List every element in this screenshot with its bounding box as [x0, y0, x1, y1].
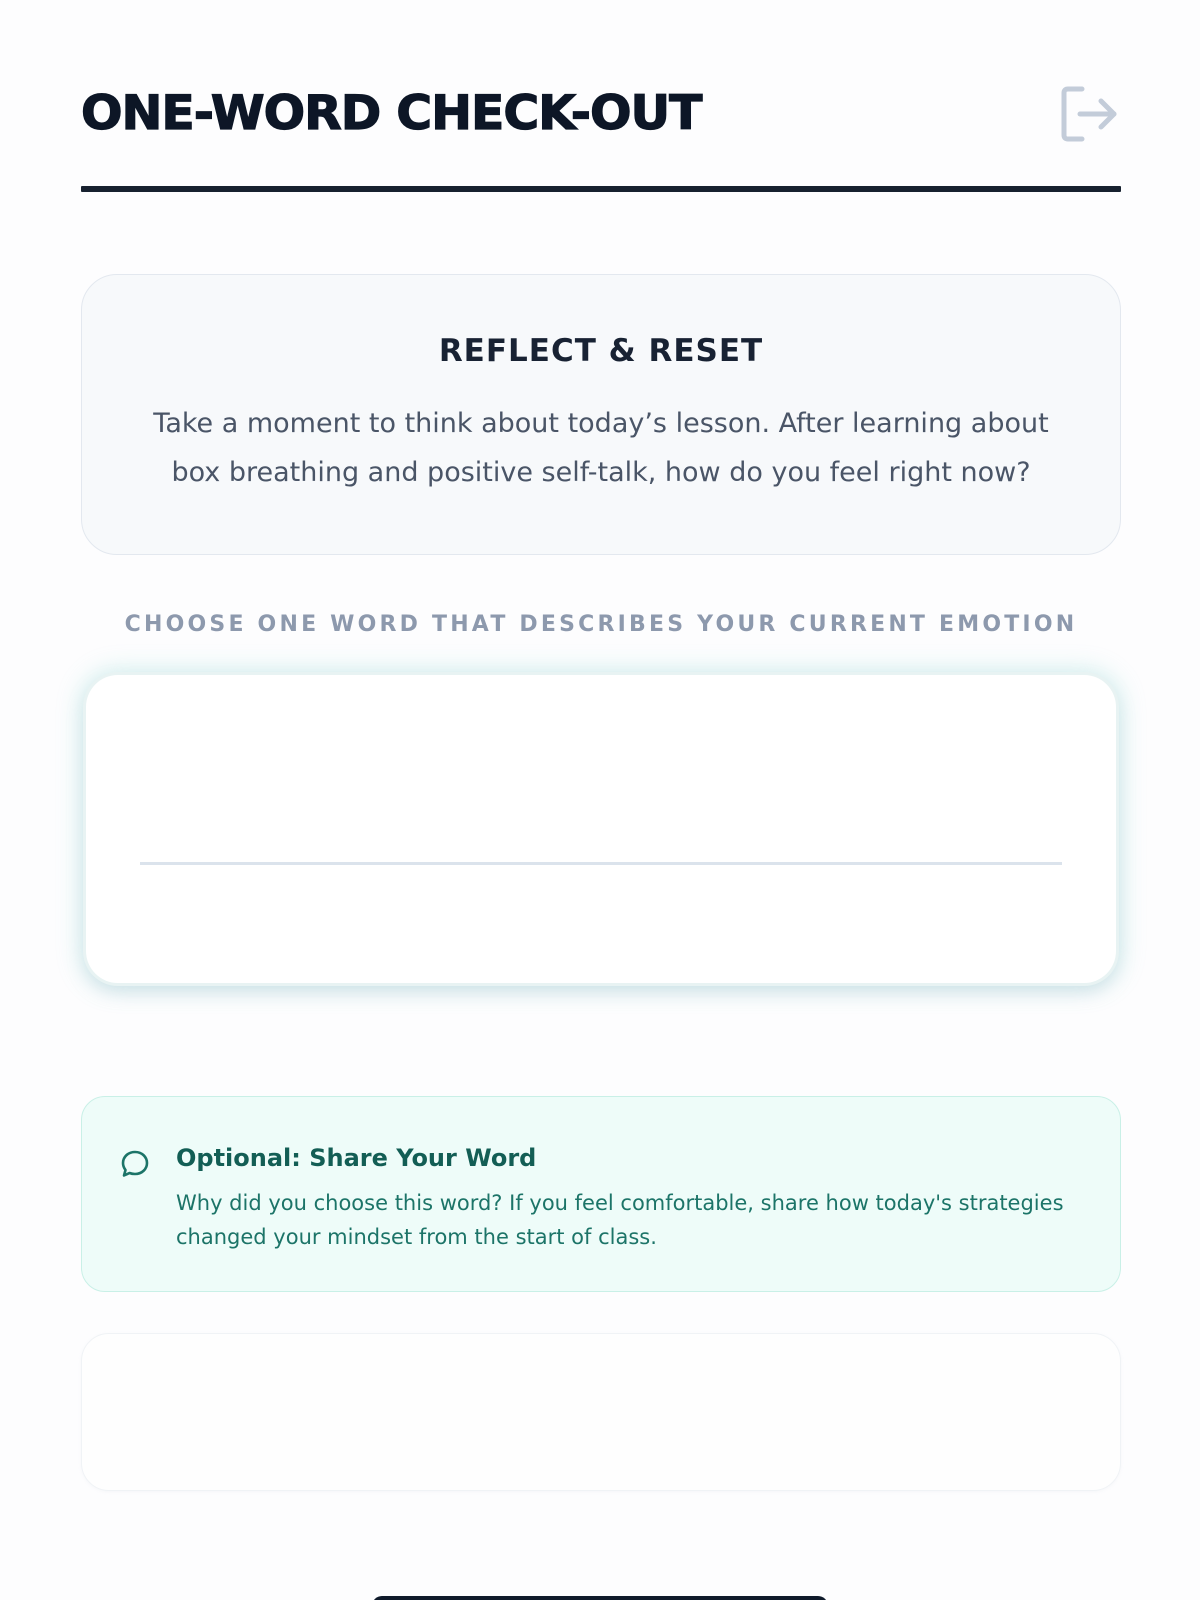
word-input-card	[86, 675, 1116, 983]
reflect-title: REFLECT & RESET	[438, 333, 764, 369]
emotion-prompt-label: CHOOSE ONE WORD THAT DESCRIBES YOUR CURR…	[124, 612, 1078, 637]
share-title: Optional: Share Your Word	[176, 1144, 537, 1172]
submit-button[interactable]	[372, 1596, 828, 1600]
page-title: ONE-WORD CHECK-OUT	[80, 85, 703, 141]
chat-bubble-icon	[121, 1150, 149, 1177]
header: ONE-WORD CHECK-OUT	[80, 76, 1121, 156]
share-reason-input[interactable]	[81, 1333, 1121, 1491]
log-out-icon	[1061, 86, 1117, 142]
check-out-page: ONE-WORD CHECK-OUT REFLECT & RESET Take …	[0, 0, 1200, 1600]
reflect-card: REFLECT & RESET Take a moment to think a…	[81, 274, 1121, 555]
header-divider	[81, 186, 1121, 192]
emotion-word-input[interactable]	[140, 755, 1062, 865]
reflect-description: Take a moment to think about today’s les…	[153, 408, 1049, 488]
share-description: Why did you choose this word? If you fee…	[176, 1191, 1064, 1249]
share-info-card: Optional: Share Your Word Why did you ch…	[81, 1096, 1121, 1292]
exit-button[interactable]	[1057, 82, 1121, 146]
